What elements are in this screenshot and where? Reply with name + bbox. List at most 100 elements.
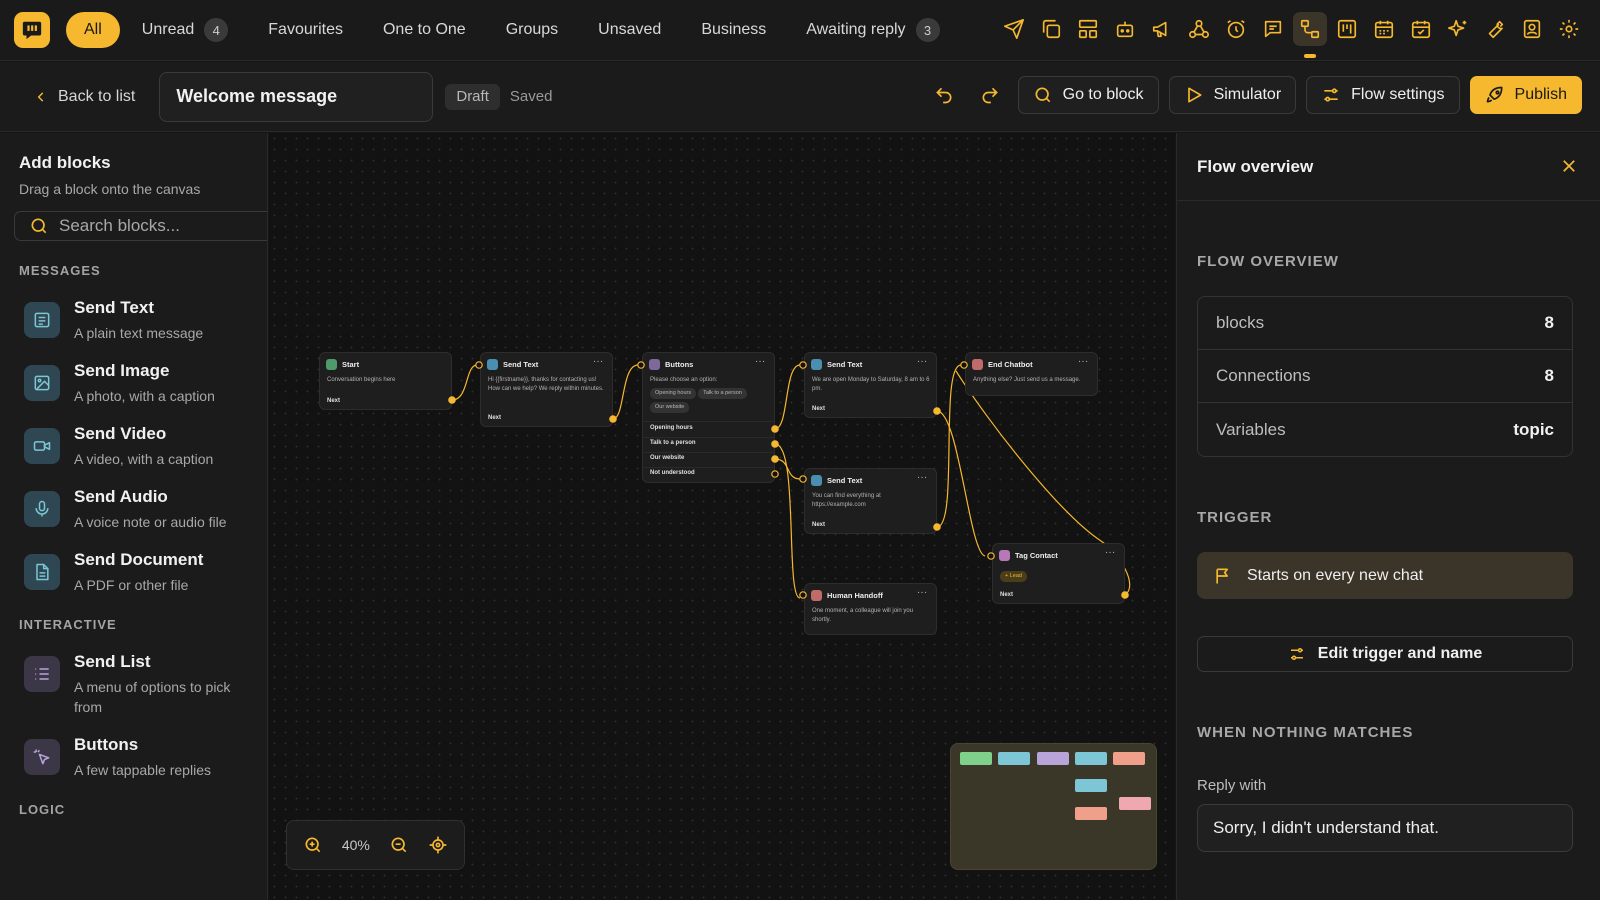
sparkles-icon[interactable] [1441,12,1475,46]
palette-item-title: Send Text [74,298,154,317]
section-nothing-matches: WHEN NOTHING MATCHES [1197,724,1414,741]
edit-trigger-button[interactable]: Edit trigger and name [1197,636,1573,672]
section-flow-overview: FLOW OVERVIEW [1197,253,1339,270]
filter-unsaved[interactable]: Unsaved [580,12,679,48]
palette-item-send-list[interactable]: Send List A menu of options to pick from [24,652,267,717]
edit-trigger-label: Edit trigger and name [1317,645,1483,662]
input-port [987,552,995,560]
palette-item-send-audio[interactable]: Send Audio A voice note or audio file [24,487,267,532]
filter-label: One to One [382,21,466,38]
save-status: Saved [509,88,553,105]
section-logic: LOGIC [19,802,66,817]
input-port [799,475,807,483]
filter-favourites[interactable]: Favourites [250,12,361,48]
filter-awaiting-reply[interactable]: Awaiting reply 3 [788,12,957,48]
publish-label: Publish [1514,86,1567,103]
filter-all[interactable]: All [66,12,120,48]
output-port [771,470,779,478]
input-port [799,591,807,599]
sliders-icon [1290,648,1303,660]
pointer-icon [24,739,60,775]
palette-item-send-video[interactable]: Send Video A video, with a caption [24,424,267,469]
recenter-icon[interactable] [428,835,448,855]
gear-icon[interactable] [1552,12,1586,46]
palette-item-title: Buttons [74,735,139,754]
publish-button[interactable]: Publish [1469,76,1582,114]
editor-toolbar: Back to list Welcome message Draft Saved… [0,62,1600,132]
redo-icon [982,87,998,104]
filter-groups[interactable]: Groups [488,12,576,48]
zoom-level: 40% [341,837,370,853]
document-icon [24,554,60,590]
input-port [637,361,645,369]
undo-button[interactable] [926,76,962,114]
redo-button[interactable] [972,76,1008,114]
alarm-icon[interactable] [1219,12,1253,46]
app-logo-icon[interactable] [14,12,50,48]
palette-item-desc: A photo, with a caption [74,388,215,404]
text-icon [24,302,60,338]
calendar-check-icon[interactable] [1404,12,1438,46]
palette-item-title: Send Image [74,361,170,380]
flow-name-input[interactable]: Welcome message [159,71,434,122]
simulator-button[interactable]: Simulator [1168,76,1297,114]
stat-key: blocks [1216,313,1265,332]
chat-icon[interactable] [1256,12,1290,46]
palette-item-send-image[interactable]: Send Image A photo, with a caption [24,361,267,406]
kanban-icon[interactable] [1330,12,1364,46]
palette-item-send-text[interactable]: Send Text A plain text message [24,298,267,343]
webhook-icon[interactable] [1182,12,1216,46]
input-port [960,361,968,369]
filter-label: Favourites [268,21,343,38]
trigger-card[interactable]: Starts on every new chat [1197,552,1573,599]
top-icon-toolbar [997,12,1586,58]
filter-count-badge: 4 [204,18,229,42]
back-to-list-button[interactable]: Back to list [34,88,135,106]
send-icon[interactable] [997,12,1031,46]
minimap-node [1037,752,1069,765]
output-port [609,415,617,423]
filter-one-to-one[interactable]: One to One [365,12,484,48]
fallback-reply-input[interactable]: Sorry, I didn't understand that. [1197,804,1573,852]
contact-icon[interactable] [1515,12,1549,46]
filter-label: Unsaved [598,21,662,38]
bot-icon[interactable] [1108,12,1142,46]
megaphone-icon[interactable] [1145,12,1179,46]
flag-icon [1216,568,1228,583]
stat-value: topic [1513,419,1554,439]
filter-unread[interactable]: Unread 4 [124,12,246,48]
flow-icon[interactable] [1293,12,1327,58]
calendar-icon[interactable] [1367,12,1401,46]
palette-item-send-document[interactable]: Send Document A PDF or other file [24,550,267,595]
palette-item-desc: A voice note or audio file [74,514,227,530]
zoom-in-icon[interactable] [303,835,323,855]
palette-item-desc: A video, with a caption [74,451,214,467]
copy-icon[interactable] [1034,12,1068,46]
wrench-icon[interactable] [1478,12,1512,46]
layout-icon[interactable] [1071,12,1105,46]
minimap[interactable] [950,743,1157,870]
output-port [771,425,779,433]
go-to-block-button[interactable]: Go to block [1017,76,1159,114]
section-interactive: INTERACTIVE [19,617,117,632]
block-search-input[interactable]: Search blocks... [14,211,267,241]
list-icon [24,656,60,692]
flow-overview-panel: Flow overview FLOW OVERVIEW blocks 8 Conn… [1176,133,1600,900]
minimap-node [1075,752,1107,765]
output-port [448,396,456,404]
close-icon[interactable] [1560,157,1578,175]
zoom-out-icon[interactable] [389,835,409,855]
stat-row: Variables topic [1198,403,1572,456]
palette-item-desc: A PDF or other file [74,577,189,593]
chevron-left-icon [37,91,44,102]
flow-stats: blocks 8 Connections 8 Variables topic [1197,296,1573,457]
go-to-block-label: Go to block [1062,86,1144,103]
palette-item-title: Send List [74,652,151,671]
filter-business[interactable]: Business [683,12,784,48]
flow-settings-button[interactable]: Flow settings [1306,76,1460,114]
input-port [799,361,807,369]
flow-canvas[interactable]: Start Conversation begins here Next Send… [269,133,1175,900]
stat-key: Variables [1216,419,1286,439]
section-trigger: TRIGGER [1197,509,1273,526]
palette-item-buttons[interactable]: Buttons A few tappable replies [24,735,267,780]
